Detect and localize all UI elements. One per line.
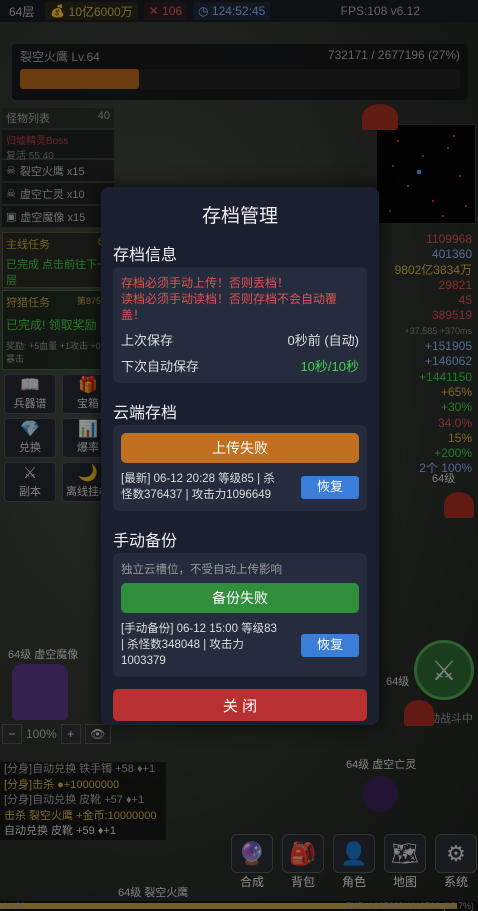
manual-backup-heading: 手动备份 (113, 533, 178, 550)
upload-button[interactable]: 上传失败 (121, 433, 359, 463)
last-save-label: 上次保存 (121, 333, 174, 348)
next-save-label: 下次自动保存 (121, 359, 200, 374)
manual-backup-note: 独立云槽位，不受自动上传影响 (121, 564, 282, 576)
upload-warning: 存档必须手动上传！否则丢档！ (121, 276, 290, 290)
save-manager-dialog: 存档管理 存档信息 存档必须手动上传！否则丢档！ 读档必须手动读档！否则存档不会… (101, 187, 379, 725)
game-scene: 64层 💰 10亿6000万 ✕ 106 ◷ 124:52:45 FPS:108… (0, 0, 478, 911)
restore-cloud-button[interactable]: 恢复 (301, 475, 359, 499)
save-info-card: 存档必须手动上传！否则丢档！ 读档必须手动读档！否则存档不会自动覆盖！ 上次保存… (113, 267, 367, 383)
dialog-title: 存档管理 (201, 206, 278, 227)
manual-backup-record: [手动备份] 06-12 15:00 等级83 | 杀怪数348048 | 攻击… (121, 621, 359, 669)
cloud-record-text: [最新] 06-12 20:28 等级85 | 杀怪数376437 | 攻击力1… (121, 473, 275, 501)
last-save-row: 上次保存 0秒前 (自动) (121, 330, 359, 349)
last-save-value: 0秒前 (自动) (287, 333, 359, 348)
next-save-row: 下次自动保存 10秒/10秒 (121, 356, 359, 375)
cloud-save-heading: 云端存档 (113, 405, 178, 422)
cloud-save-card: 上传失败 [最新] 06-12 20:28 等级85 | 杀怪数376437 |… (113, 425, 367, 511)
manual-backup-card: 独立云槽位，不受自动上传影响 备份失败 [手动备份] 06-12 15:00 等… (113, 553, 367, 677)
close-button[interactable]: 关 闭 (113, 689, 367, 721)
restore-manual-button[interactable]: 恢复 (301, 633, 359, 657)
cloud-save-record: [最新] 06-12 20:28 等级85 | 杀怪数376437 | 攻击力1… (121, 471, 359, 503)
save-info-heading: 存档信息 (113, 247, 178, 264)
manual-record-text: [手动备份] 06-12 15:00 等级83 | 杀怪数348048 | 攻击… (121, 623, 277, 667)
load-warning: 读档必须手动读档！否则存档不会自动覆盖！ (121, 292, 338, 322)
backup-button[interactable]: 备份失败 (121, 583, 359, 613)
next-save-value: 10秒/10秒 (300, 359, 359, 374)
